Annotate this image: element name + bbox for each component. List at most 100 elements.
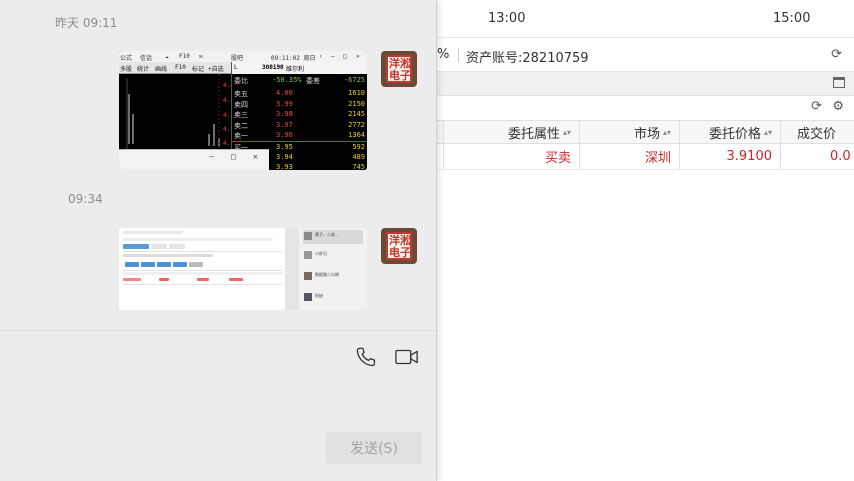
nested-tab — [151, 244, 167, 249]
nested-button — [189, 262, 203, 267]
account-number: 28210759 — [522, 51, 589, 66]
book-volume: 1364 — [348, 131, 365, 140]
nested-table-header — [123, 272, 283, 275]
book-price: 4.00 — [276, 89, 293, 97]
chat-panel: 昨天 09:11 公式 信话 ☁ F10 ✉ 股吧 09:11:02 周日 ‹ … — [0, 0, 437, 481]
sort-icon: ▴▾ — [763, 127, 772, 137]
chart-time-axis: 13:00 15:00 — [437, 0, 854, 38]
close-icon: ✕ — [253, 152, 258, 161]
contact-avatar — [304, 232, 312, 240]
panel-toggle-icon[interactable] — [833, 77, 845, 88]
book-volume: 2150 — [348, 99, 365, 108]
nested-button — [157, 262, 171, 267]
book-price: 3.98 — [276, 110, 293, 119]
orders-table-header: ▴▾ 委托属性▴▾ 市场▴▾ 委托价格▴▾ 成交价 — [427, 120, 854, 144]
book-level: 卖五 — [234, 90, 248, 98]
nested-button — [125, 262, 139, 267]
order-book-row: 卖一 3.96 1364 — [232, 130, 367, 141]
nested-divider — [123, 251, 283, 252]
avatar-frame: 洋 淞 电 子 — [386, 55, 412, 83]
refresh-icon[interactable]: ⟳ — [831, 47, 842, 62]
order-book-row: 卖三 3.98 2145 — [232, 109, 367, 120]
input-divider — [0, 330, 436, 331]
cell-price: 3.9100 — [680, 144, 781, 169]
nested-button — [141, 262, 155, 267]
nested-tab — [169, 244, 185, 249]
panel-header — [437, 72, 854, 96]
settings-gear-icon[interactable]: ⚙ — [832, 99, 844, 114]
time-label-1300: 13:00 — [488, 11, 526, 26]
message-timestamp: 09:34 — [68, 192, 103, 206]
book-volume: 1610 — [348, 89, 365, 97]
table-toolbar: ⟳ ⚙ — [437, 96, 854, 120]
nested-row-cell — [197, 278, 209, 281]
nested-toolbar — [123, 238, 273, 241]
book-volume: 489 — [352, 152, 365, 161]
nested-account-line — [123, 254, 213, 257]
video-call-icon[interactable] — [395, 348, 419, 366]
nested-row-cell — [159, 278, 169, 281]
back-arrow-icon: ‹ — [319, 53, 323, 60]
nested-tab — [123, 244, 149, 249]
account-label: 资产账号: — [466, 51, 523, 66]
contact-avatar — [304, 251, 312, 259]
send-button[interactable]: 发送(S) — [326, 432, 422, 464]
nested-divider — [123, 270, 283, 271]
nested-row-cell — [229, 278, 243, 281]
book-level: 卖一 — [234, 132, 248, 141]
restore-icon: □ — [231, 152, 236, 161]
refresh-icon[interactable]: ⟳ — [811, 99, 822, 114]
contact-avatar — [304, 272, 312, 280]
phone-icon[interactable] — [355, 346, 377, 368]
cloud-icon: ☁ — [165, 53, 169, 60]
book-price: 3.93 — [276, 163, 293, 170]
screenshot-message-stock[interactable]: 公式 信话 ☁ F10 ✉ 股吧 09:11:02 周日 ‹ – □ ✕ 多股 … — [119, 51, 367, 170]
message-timestamp: 昨天 09:11 — [55, 16, 118, 30]
book-level: 卖二 — [234, 121, 248, 130]
book-volume: 745 — [352, 163, 365, 170]
nested-contact-item: 黄子、二老... — [303, 230, 363, 244]
book-volume: 592 — [352, 143, 365, 151]
account-info: 资产账号:28210759 — [466, 47, 589, 66]
ratio-row: 委比 -50.35% 委差 -6725 — [234, 76, 365, 85]
order-book-row: 卖二 3.97 2772 — [232, 120, 367, 131]
order-book-row: 卖四 3.99 2150 — [232, 99, 367, 110]
order-book-row: 卖五 4.00 1610 — [232, 88, 367, 99]
avatar[interactable]: 洋 淞 电 子 — [381, 228, 417, 264]
book-price: 3.94 — [276, 152, 293, 161]
screenshot-message-trading[interactable]: 黄子、二老... 小虾归 数据猫二分期 财迷 — [119, 228, 367, 310]
avatar-frame: 洋 淞 电 子 — [386, 232, 412, 260]
column-header-fill[interactable]: 成交价 — [781, 121, 854, 143]
minimize-icon: – — [209, 152, 214, 161]
sort-icon: ▴▾ — [562, 127, 571, 137]
book-volume: 2772 — [348, 120, 365, 129]
nested-contact-item: 财迷 — [303, 291, 363, 305]
avatar[interactable]: 洋 淞 电 子 — [381, 51, 417, 87]
percent-fragment: % — [437, 47, 450, 62]
book-level: 卖三 — [234, 111, 248, 120]
column-header-price[interactable]: 委托价格 ▴▾ — [680, 121, 781, 143]
nested-contact-item: 数据猫二分期 — [303, 270, 363, 284]
book-price: 3.96 — [276, 131, 293, 140]
account-bar: % 资产账号:28210759 ⟳ — [437, 38, 854, 72]
column-header-market[interactable]: 市场 ▴▾ — [580, 121, 680, 143]
time-label-1500: 15:00 — [773, 11, 811, 26]
cell-fill: 0.0 — [830, 149, 851, 164]
table-row[interactable]: 买卖 深圳 3.9100 0.0 — [437, 144, 854, 170]
popup-window: – □ ✕ — [119, 149, 269, 170]
nested-button — [173, 262, 187, 267]
book-level: 卖四 — [234, 100, 248, 109]
cell-attr: 买卖 — [444, 144, 580, 169]
book-volume: 2145 — [348, 110, 365, 119]
cell-market: 深圳 — [580, 144, 680, 169]
mail-icon: ✉ — [199, 53, 203, 60]
nested-toolbar — [123, 231, 183, 234]
nested-chat-iconbar — [285, 228, 299, 310]
book-price: 3.97 — [276, 120, 293, 129]
divider — [458, 48, 459, 62]
nested-contact-item: 小虾归 — [303, 249, 363, 263]
column-header-attr[interactable]: 委托属性 ▴▾ — [444, 121, 580, 143]
app-toolbar: 公式 信话 ☁ F10 ✉ 股吧 09:11:02 周日 ‹ – □ ✕ — [119, 51, 367, 62]
sort-icon: ▴▾ — [662, 127, 671, 137]
stock-tag: L — [234, 64, 238, 71]
